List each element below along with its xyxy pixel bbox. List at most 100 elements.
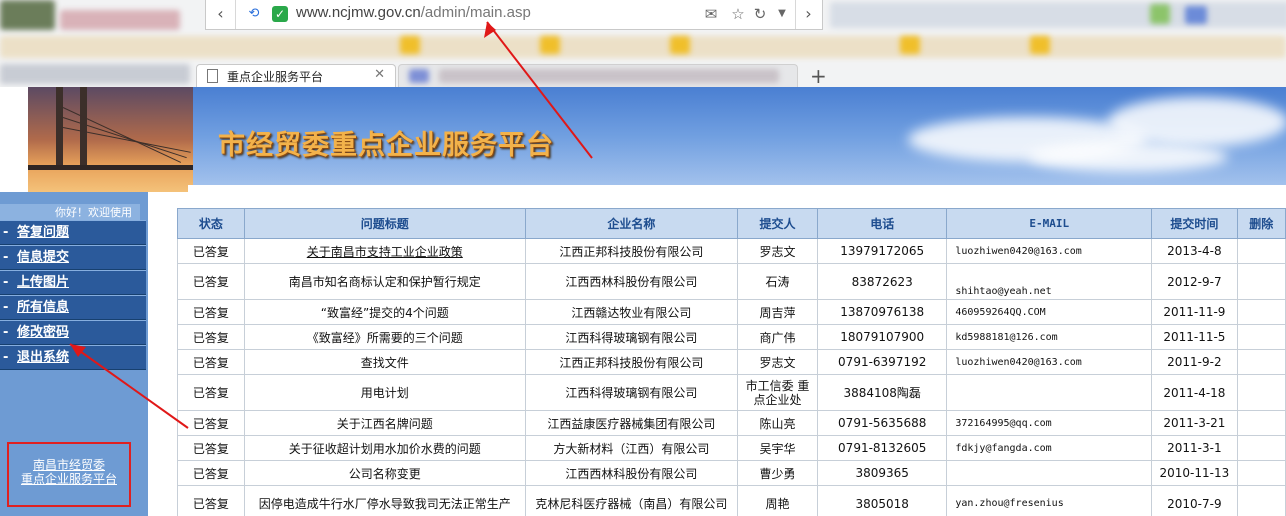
mail-icon[interactable]: ✉ <box>701 4 721 24</box>
footer-link-box: 南昌市经贸委 重点企业服务平台 <box>7 442 131 507</box>
email-cell: shihtao@yeah.net <box>946 263 1153 300</box>
table-row: 已答复 公司名称变更 江西西林科股份有限公司 曹少勇 3809365 2010-… <box>177 460 1286 486</box>
title-cell[interactable]: 公司名称变更 <box>243 460 526 486</box>
status-cell: 已答复 <box>177 349 245 375</box>
submitter-cell: 商广伟 <box>736 324 819 350</box>
status-cell: 已答复 <box>177 435 245 461</box>
tab-other[interactable] <box>398 64 798 87</box>
sidebar-item-reply[interactable]: - 答复问题 <box>0 220 146 245</box>
url-host: www.ncjmw.gov.cn <box>296 4 421 21</box>
blurred-region <box>830 2 1286 28</box>
footer-link-line1[interactable]: 南昌市经贸委 <box>9 458 129 472</box>
blurred-region <box>439 69 779 83</box>
email-cell <box>946 460 1153 486</box>
star-icon[interactable]: ☆ <box>728 4 748 24</box>
company-cell: 克林尼科医疗器械（南昌）有限公司 <box>524 485 738 516</box>
url-text[interactable]: www.ncjmw.gov.cn/admin/main.asp <box>296 4 531 21</box>
delete-cell[interactable] <box>1236 349 1286 375</box>
email-cell: 372164995@qq.com <box>946 410 1153 436</box>
back-icon[interactable]: ‹ <box>206 0 236 29</box>
title-cell[interactable]: 南昌市知名商标认定和保护暂行规定 <box>243 263 526 300</box>
column-header: 删除 <box>1236 208 1286 239</box>
sidebar-item-label[interactable]: 信息提交 <box>17 246 69 269</box>
table-row: 已答复 “致富经”提交的4个问题 江西赣达牧业有限公司 周吉萍 13870976… <box>177 299 1286 325</box>
delete-cell[interactable] <box>1236 238 1286 264</box>
sidebar-item-upload[interactable]: - 上传图片 <box>0 270 146 295</box>
table-row: 已答复 南昌市知名商标认定和保护暂行规定 江西西林科股份有限公司 石涛 8387… <box>177 263 1286 300</box>
title-cell[interactable]: 《致富经》所需要的三个问题 <box>243 324 526 350</box>
blurred-region <box>1030 36 1050 54</box>
title-cell[interactable]: 关于江西名牌问题 <box>243 410 526 436</box>
column-header: 电话 <box>817 208 948 239</box>
greeting-text: 你好！欢迎使用 <box>0 204 140 220</box>
date-cell: 2011-9-2 <box>1151 349 1238 375</box>
delete-cell[interactable] <box>1236 299 1286 325</box>
phone-cell: 3884108陶磊 <box>817 374 948 411</box>
reload-icon[interactable]: ↻ <box>750 4 770 24</box>
sidebar-item-label[interactable]: 退出系统 <box>17 346 69 369</box>
submitter-cell: 曹少勇 <box>736 460 819 486</box>
phone-cell: 0791-6397192 <box>817 349 948 375</box>
title-cell[interactable]: “致富经”提交的4个问题 <box>243 299 526 325</box>
blurred-region <box>409 69 429 83</box>
date-cell: 2013-4-8 <box>1151 238 1238 264</box>
phone-cell: 0791-5635688 <box>817 410 948 436</box>
delete-cell[interactable] <box>1236 374 1286 411</box>
delete-cell[interactable] <box>1236 263 1286 300</box>
title-link[interactable]: 关于南昌市支持工业企业政策 <box>307 245 463 259</box>
email-cell: luozhiwen0420@163.com <box>946 238 1153 264</box>
sidebar: 你好！欢迎使用 - 答复问题 - 信息提交 - 上传图片 - 所有信息 - 修改密码 -退… <box>0 192 148 516</box>
status-cell: 已答复 <box>177 263 245 300</box>
sidebar-item-change-password[interactable]: - 修改密码 <box>0 320 146 345</box>
tab-active[interactable]: 重点企业服务平台 ✕ <box>196 64 396 87</box>
delete-cell[interactable] <box>1236 460 1286 486</box>
date-cell: 2012-9-7 <box>1151 263 1238 300</box>
title-cell[interactable]: 用电计划 <box>243 374 526 411</box>
date-cell: 2011-11-5 <box>1151 324 1238 350</box>
email-cell: luozhiwen0420@163.com <box>946 349 1153 375</box>
status-cell: 已答复 <box>177 485 245 516</box>
submitter-cell: 石涛 <box>736 263 819 300</box>
new-tab-icon[interactable]: + <box>810 64 827 87</box>
company-cell: 江西正邦科技股份有限公司 <box>524 238 738 264</box>
browser-chrome: ‹ ⟲ ✓ www.ncjmw.gov.cn/admin/main.asp ✉ … <box>0 0 1286 87</box>
blurred-tab <box>0 64 190 84</box>
sidebar-item-label[interactable]: 答复问题 <box>17 221 69 244</box>
sidebar-item-submit[interactable]: - 信息提交 <box>0 245 146 270</box>
blurred-region <box>670 36 690 54</box>
address-bar[interactable]: ‹ ⟲ ✓ www.ncjmw.gov.cn/admin/main.asp ✉ … <box>205 0 823 30</box>
title-cell[interactable]: 查找文件 <box>243 349 526 375</box>
url-path: /admin/main.asp <box>420 4 531 21</box>
bridge-deck <box>28 165 193 170</box>
submitter-cell: 罗志文 <box>736 349 819 375</box>
site-favicon-icon: ⟲ <box>248 6 260 21</box>
phone-cell: 13870976138 <box>817 299 948 325</box>
forward-icon[interactable]: › <box>795 0 821 29</box>
email-cell: 460959264QQ.COM <box>946 299 1153 325</box>
sidebar-item-logout[interactable]: - 退出系统 <box>0 345 146 370</box>
close-icon[interactable]: ✕ <box>374 67 385 82</box>
date-cell: 2010-7-9 <box>1151 485 1238 516</box>
dropdown-icon[interactable]: ▼ <box>772 4 792 24</box>
date-cell: 2011-3-1 <box>1151 435 1238 461</box>
footer-link-line2[interactable]: 重点企业服务平台 <box>9 472 129 486</box>
title-cell[interactable]: 因停电造成牛行水厂停水导致我司无法正常生产 <box>243 485 526 516</box>
delete-cell[interactable] <box>1236 410 1286 436</box>
sidebar-item-label[interactable]: 上传图片 <box>17 271 69 294</box>
date-cell: 2010-11-13 <box>1151 460 1238 486</box>
bridge-tower <box>80 87 87 167</box>
column-header: 提交时间 <box>1151 208 1238 239</box>
sidebar-item-label[interactable]: 修改密码 <box>17 321 69 344</box>
date-cell: 2011-4-18 <box>1151 374 1238 411</box>
title-cell[interactable]: 关于征收超计划用水加价水费的问题 <box>243 435 526 461</box>
sidebar-item-all-info[interactable]: - 所有信息 <box>0 295 146 320</box>
column-header: 状态 <box>177 208 245 239</box>
delete-cell[interactable] <box>1236 324 1286 350</box>
sidebar-item-label[interactable]: 所有信息 <box>17 296 69 319</box>
delete-cell[interactable] <box>1236 485 1286 516</box>
column-header: 提交人 <box>736 208 819 239</box>
table-row: 已答复 关于征收超计划用水加价水费的问题 方大新材料（江西）有限公司 吴宇华 0… <box>177 435 1286 461</box>
title-cell[interactable]: 关于南昌市支持工业企业政策 <box>243 238 526 264</box>
delete-cell[interactable] <box>1236 435 1286 461</box>
table-row: 已答复 关于南昌市支持工业企业政策 江西正邦科技股份有限公司 罗志文 13979… <box>177 238 1286 264</box>
